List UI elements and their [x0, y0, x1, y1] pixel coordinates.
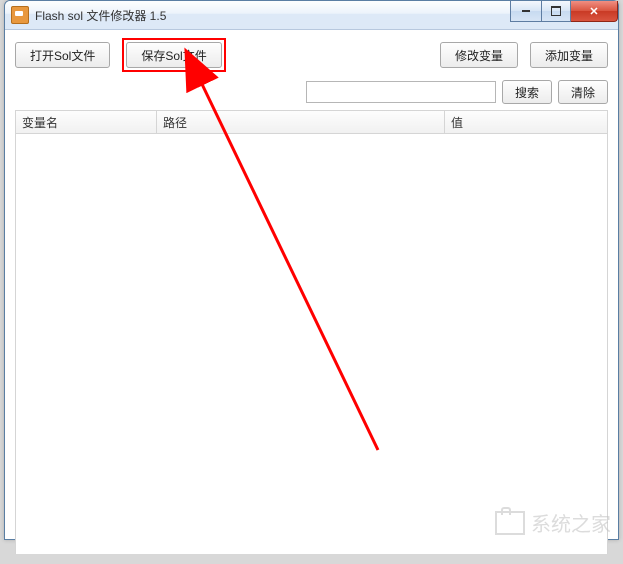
- maximize-button[interactable]: [542, 1, 571, 22]
- toolbar-row: 打开Sol文件 保存Sol文件 修改变量 添加变量: [15, 38, 608, 72]
- open-sol-button[interactable]: 打开Sol文件: [15, 42, 110, 68]
- column-header-path[interactable]: 路径: [157, 111, 445, 133]
- app-icon: [11, 6, 29, 24]
- annotation-highlight: 保存Sol文件: [122, 38, 225, 72]
- search-input[interactable]: [306, 81, 496, 103]
- table-body[interactable]: [16, 134, 607, 554]
- search-row: 搜索 清除: [15, 80, 608, 104]
- client-area: 打开Sol文件 保存Sol文件 修改变量 添加变量 搜索 清除 变量名 路径 值: [5, 30, 618, 564]
- modify-variable-button[interactable]: 修改变量: [440, 42, 518, 68]
- minimize-button[interactable]: [510, 1, 542, 22]
- clear-button[interactable]: 清除: [558, 80, 608, 104]
- variable-table: 变量名 路径 值: [15, 110, 608, 554]
- window-title: Flash sol 文件修改器 1.5: [35, 7, 166, 24]
- window-controls: [510, 1, 618, 22]
- titlebar[interactable]: Flash sol 文件修改器 1.5: [5, 1, 618, 30]
- column-header-value[interactable]: 值: [445, 111, 607, 133]
- close-button[interactable]: [571, 1, 618, 22]
- search-button[interactable]: 搜索: [502, 80, 552, 104]
- add-variable-button[interactable]: 添加变量: [530, 42, 608, 68]
- table-header: 变量名 路径 值: [16, 111, 607, 134]
- app-window: Flash sol 文件修改器 1.5 打开Sol文件 保存Sol文件 修改变量…: [4, 0, 619, 540]
- column-header-name[interactable]: 变量名: [16, 111, 157, 133]
- save-sol-button[interactable]: 保存Sol文件: [126, 42, 221, 68]
